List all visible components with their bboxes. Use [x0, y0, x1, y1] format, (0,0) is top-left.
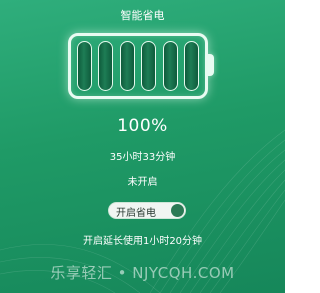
battery-graphic — [68, 33, 220, 105]
power-saving-screen: 智能省电 100% 35小时33分钟 未开启 开启省电 开启延长使用1小时20分… — [0, 0, 285, 293]
battery-percent: 100% — [117, 116, 168, 136]
battery-body — [68, 33, 208, 99]
extend-hint: 开启延长使用1小时20分钟 — [82, 236, 203, 247]
battery-cell — [77, 41, 92, 91]
battery-cell — [141, 41, 157, 91]
toggle-label: 开启省电 — [116, 208, 156, 219]
remaining-time: 35小时33分钟 — [109, 152, 176, 163]
battery-cell — [183, 41, 199, 91]
battery-cell — [98, 41, 114, 91]
battery-cell — [162, 41, 178, 91]
battery-cap — [208, 54, 214, 76]
page-title: 智能省电 — [120, 9, 165, 22]
watermark: 乐享轻汇 • NJYCQH.COM — [50, 264, 235, 282]
battery-cell — [119, 41, 135, 91]
power-saving-status: 未开启 — [127, 177, 158, 188]
toggle-knob — [171, 204, 184, 217]
power-saving-toggle[interactable]: 开启省电 — [108, 202, 186, 219]
